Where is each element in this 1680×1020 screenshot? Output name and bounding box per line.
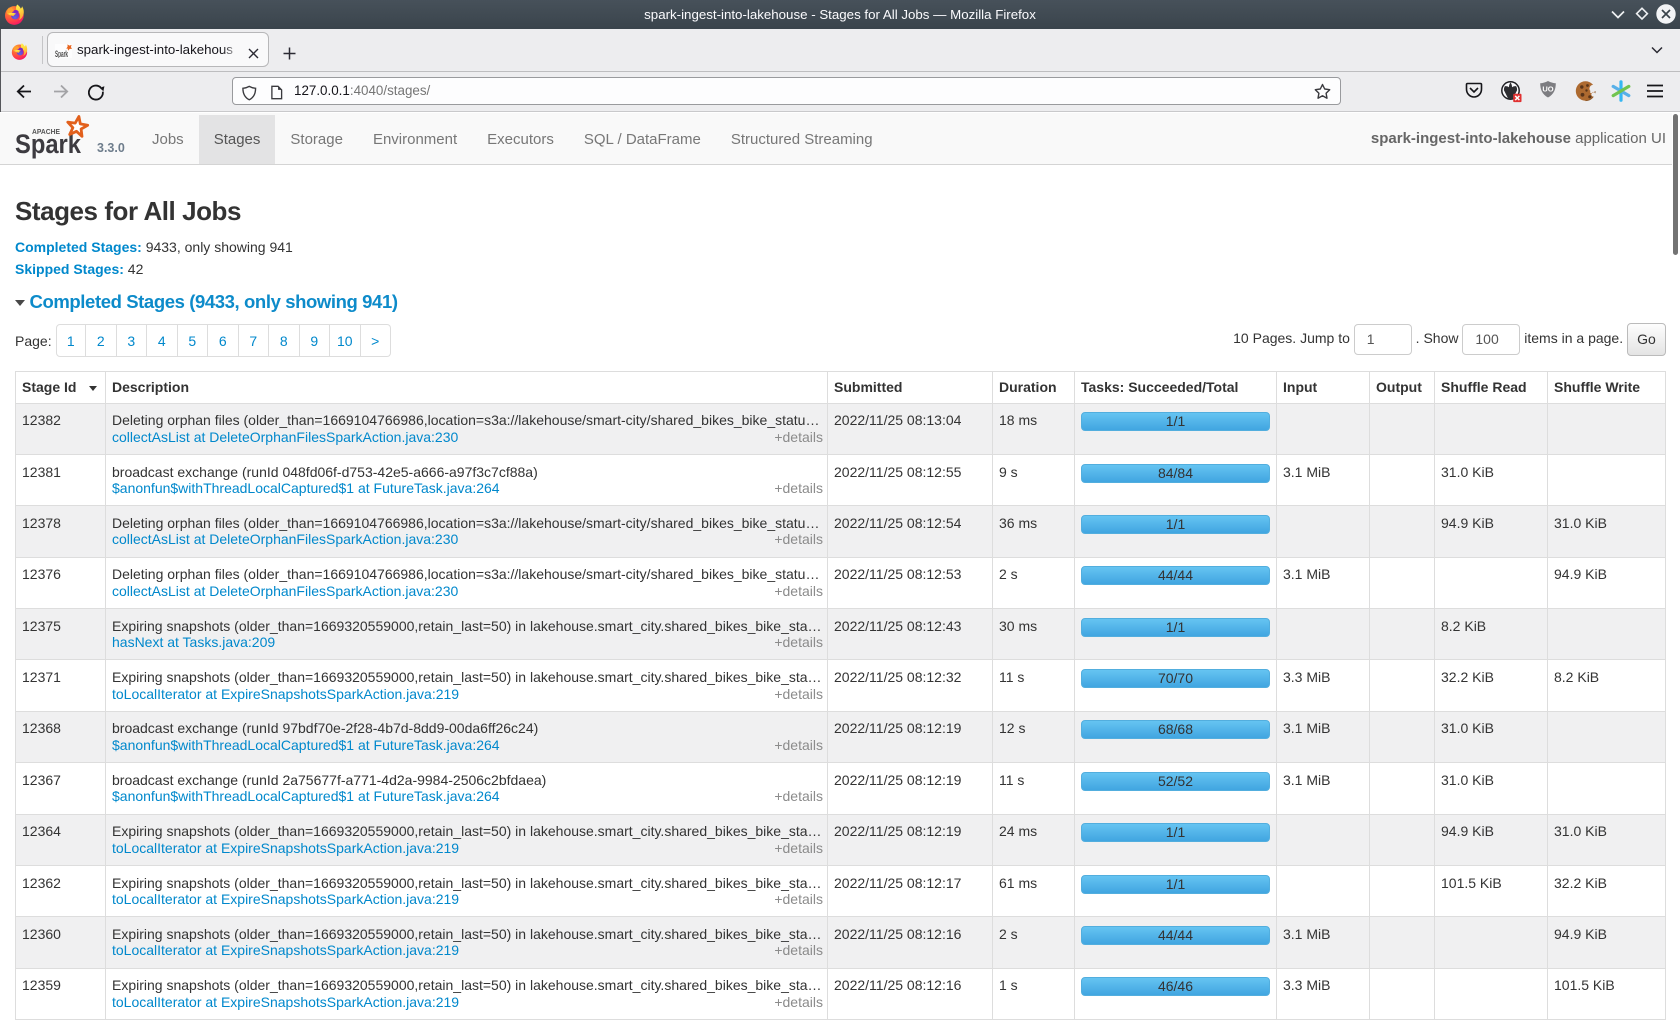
svg-text:UO: UO (1542, 85, 1553, 94)
svg-text:Spark: Spark (55, 49, 69, 58)
svg-text:APACHE: APACHE (32, 129, 60, 136)
